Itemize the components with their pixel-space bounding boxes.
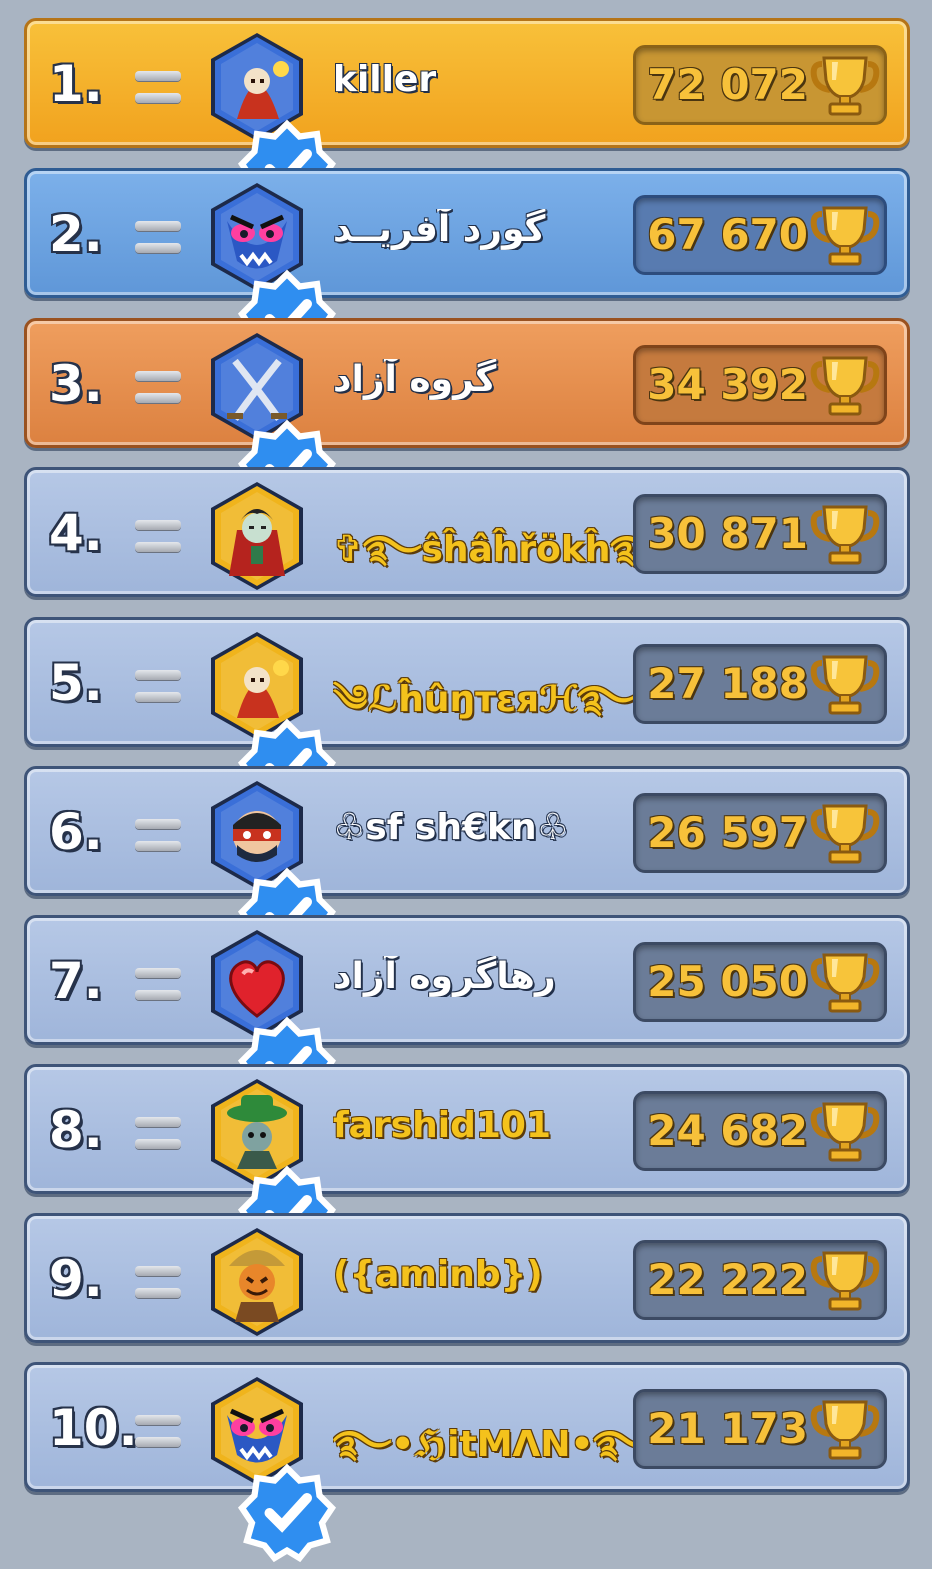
trophy-score: 27 188 bbox=[647, 659, 808, 708]
trophy-icon bbox=[810, 200, 880, 270]
player-avatar[interactable] bbox=[207, 181, 337, 369]
player-name[interactable]: ༄ℒĥûŋтεяℋ࿐ bbox=[333, 658, 643, 760]
player-name[interactable]: ✞࿐ŝĥâĥřökĥ࿐✞ bbox=[333, 508, 643, 610]
leaderboard-row[interactable]: 10. ࿐•ℌitMΛN•࿐ 21 173 bbox=[24, 1362, 910, 1563]
player-name[interactable]: گروه آزاد bbox=[333, 359, 643, 400]
leaderboard-row[interactable]: 4. ✞࿐ŝĥâĥřökĥ࿐✞ 30 871 bbox=[24, 467, 910, 597]
trophy-score: 30 871 bbox=[647, 509, 808, 558]
rank-number: 7. bbox=[49, 952, 103, 1010]
trophy-score: 67 670 bbox=[647, 210, 808, 259]
player-name[interactable]: ♧sf sh€kn♧ bbox=[333, 807, 643, 848]
no-change-icon bbox=[135, 819, 181, 853]
leaderboard-row[interactable]: 2. گورد آفریــد 67 670 bbox=[24, 168, 910, 369]
trophy-score: 26 597 bbox=[647, 808, 808, 857]
no-change-icon bbox=[135, 670, 181, 704]
player-name[interactable]: farshid101 bbox=[333, 1105, 643, 1146]
trophy-score-box: 24 682 bbox=[633, 1091, 887, 1171]
leaderboard-row[interactable]: 8. farshid101 24 682 bbox=[24, 1064, 910, 1265]
rank-number: 9. bbox=[49, 1250, 103, 1308]
verified-check-icon bbox=[237, 113, 337, 219]
player-name[interactable]: گورد آفریــد bbox=[333, 209, 643, 250]
player-avatar[interactable] bbox=[207, 31, 337, 219]
no-change-icon bbox=[135, 1415, 181, 1449]
player-name[interactable]: ࿐•ℌitMΛN•࿐ bbox=[333, 1403, 643, 1505]
player-avatar[interactable] bbox=[207, 1375, 337, 1563]
trophy-icon bbox=[810, 50, 880, 120]
player-avatar[interactable] bbox=[207, 331, 337, 519]
trophy-score: 34 392 bbox=[647, 360, 808, 409]
trophy-icon bbox=[810, 798, 880, 868]
verified-check-icon bbox=[237, 1159, 337, 1265]
rank-number: 1. bbox=[49, 55, 103, 113]
leaderboard-row[interactable]: 5. ༄ℒĥûŋтεяℋ࿐ 27 188 bbox=[24, 617, 910, 818]
trophy-score: 72 072 bbox=[647, 60, 808, 109]
trophy-icon bbox=[810, 649, 880, 719]
leaderboard-row[interactable]: 7. رهاگروه آزاد 25 050 bbox=[24, 915, 910, 1116]
no-change-icon bbox=[135, 968, 181, 1002]
trophy-icon bbox=[810, 947, 880, 1017]
player-name[interactable]: رهاگروه آزاد bbox=[333, 956, 643, 997]
no-change-icon bbox=[135, 221, 181, 255]
rank-number: 3. bbox=[49, 355, 103, 413]
player-name[interactable]: ({aminb}) bbox=[333, 1254, 643, 1295]
rank-number: 10. bbox=[49, 1399, 138, 1457]
leaderboard-row[interactable]: 9. ({aminb}) 22 222 bbox=[24, 1213, 910, 1343]
rank-number: 8. bbox=[49, 1101, 103, 1159]
trophy-icon bbox=[810, 1245, 880, 1315]
rank-number: 2. bbox=[49, 205, 103, 263]
verified-check-icon bbox=[237, 1010, 337, 1116]
trophy-score-box: 72 072 bbox=[633, 45, 887, 125]
trophy-score: 25 050 bbox=[647, 957, 808, 1006]
verified-check-icon bbox=[237, 861, 337, 967]
trophy-score-box: 21 173 bbox=[633, 1389, 887, 1469]
trophy-icon bbox=[810, 1096, 880, 1166]
player-avatar[interactable] bbox=[207, 928, 337, 1116]
player-avatar[interactable] bbox=[207, 1226, 307, 1338]
no-change-icon bbox=[135, 371, 181, 405]
trophy-score-box: 34 392 bbox=[633, 345, 887, 425]
player-avatar[interactable] bbox=[207, 480, 307, 592]
no-change-icon bbox=[135, 520, 181, 554]
no-change-icon bbox=[135, 71, 181, 105]
leaderboard-row[interactable]: 1. killer 72 072 bbox=[24, 18, 910, 219]
trophy-icon bbox=[810, 499, 880, 569]
no-change-icon bbox=[135, 1117, 181, 1151]
trophy-score-box: 26 597 bbox=[633, 793, 887, 873]
trophy-score-box: 30 871 bbox=[633, 494, 887, 574]
trophy-score-box: 25 050 bbox=[633, 942, 887, 1022]
player-avatar[interactable] bbox=[207, 779, 337, 967]
trophy-icon bbox=[810, 350, 880, 420]
leaderboard-row[interactable]: 6. ♧sf sh€kn♧ 26 597 bbox=[24, 766, 910, 967]
trophy-score: 24 682 bbox=[647, 1106, 808, 1155]
leaderboard-list: 1. killer 72 072 2. گورد آفریــد 67 670 … bbox=[0, 0, 932, 1563]
verified-check-icon bbox=[237, 1457, 337, 1563]
player-avatar[interactable] bbox=[207, 630, 337, 818]
player-name[interactable]: killer bbox=[333, 59, 643, 100]
rank-number: 5. bbox=[49, 654, 103, 712]
verified-check-icon bbox=[237, 712, 337, 818]
verified-check-icon bbox=[237, 413, 337, 519]
trophy-icon bbox=[810, 1394, 880, 1464]
no-change-icon bbox=[135, 1266, 181, 1300]
trophy-score-box: 22 222 bbox=[633, 1240, 887, 1320]
trophy-score: 22 222 bbox=[647, 1255, 808, 1304]
trophy-score-box: 27 188 bbox=[633, 644, 887, 724]
player-avatar[interactable] bbox=[207, 1077, 337, 1265]
rank-number: 4. bbox=[49, 504, 103, 562]
rank-number: 6. bbox=[49, 803, 103, 861]
verified-check-icon bbox=[237, 263, 337, 369]
trophy-score-box: 67 670 bbox=[633, 195, 887, 275]
trophy-score: 21 173 bbox=[647, 1404, 808, 1453]
leaderboard-row[interactable]: 3. گروه آزاد 34 392 bbox=[24, 318, 910, 519]
